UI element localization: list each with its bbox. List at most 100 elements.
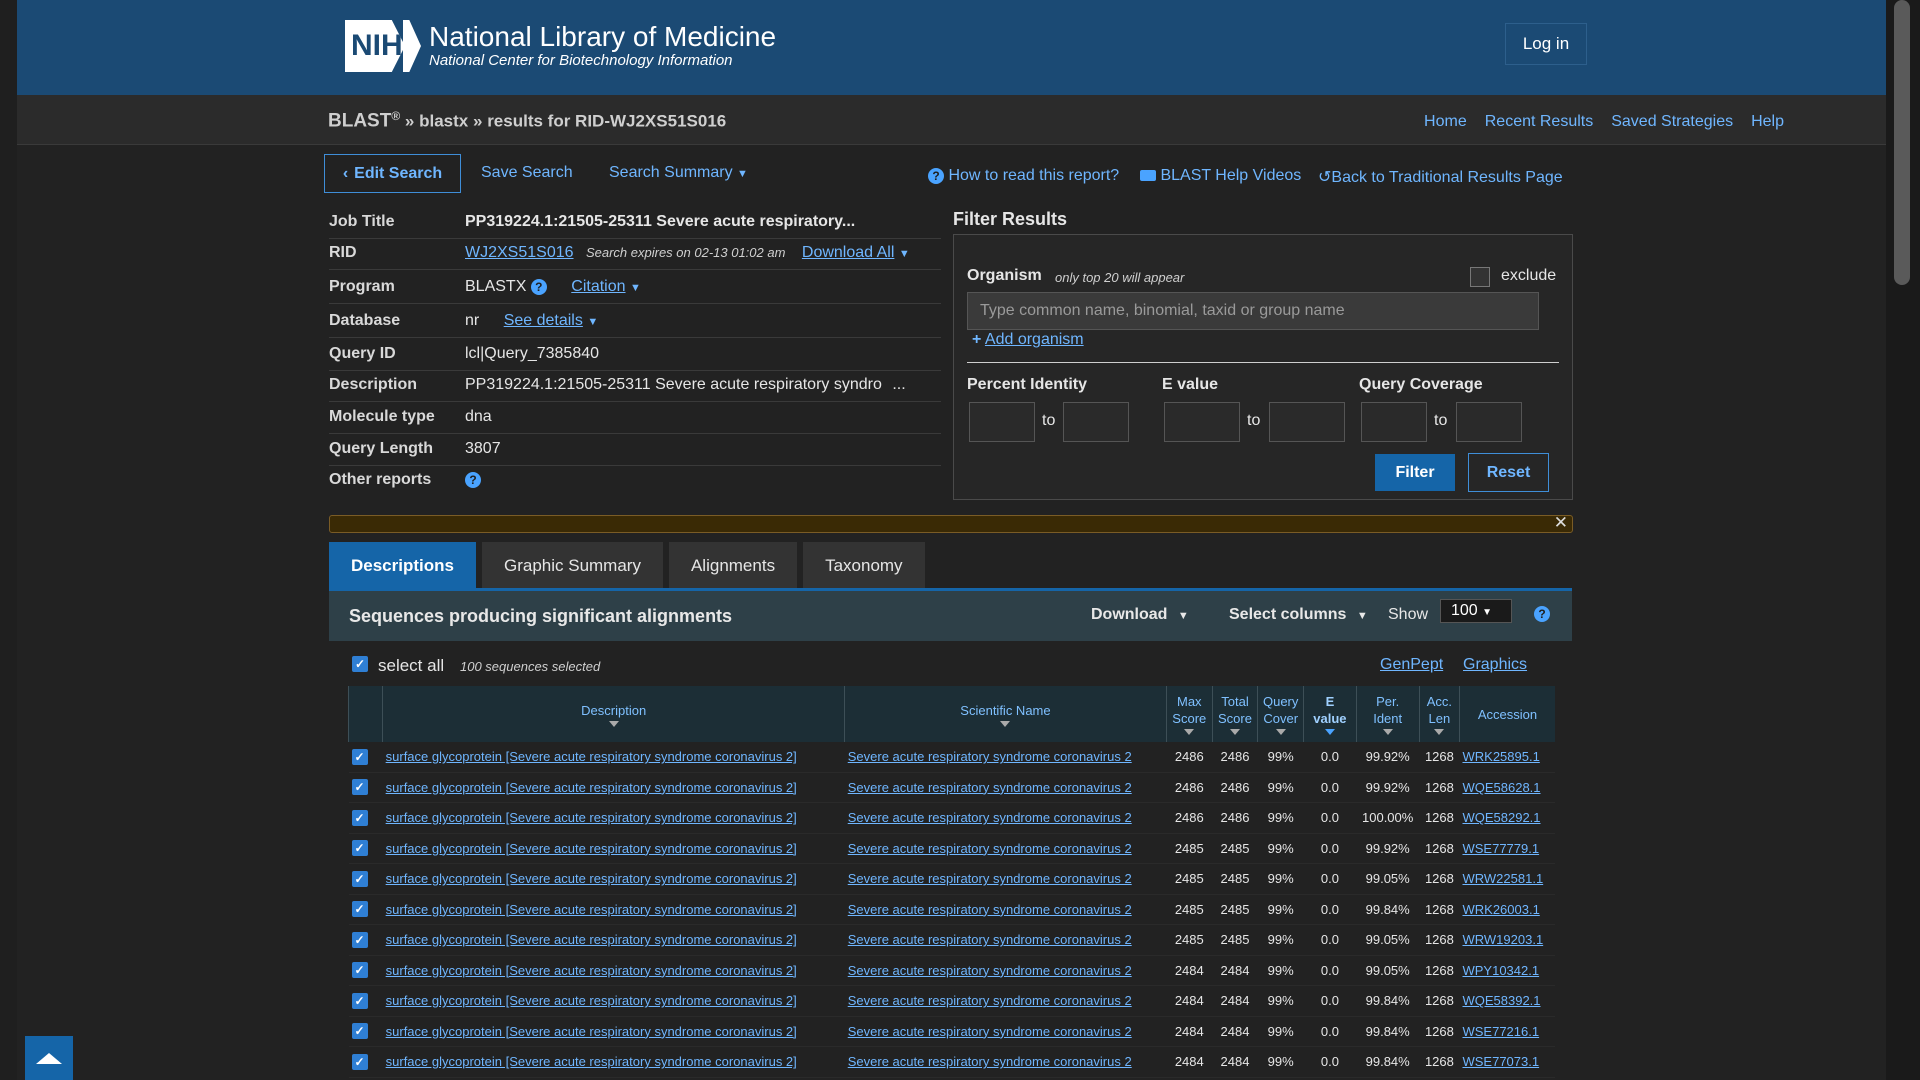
scrollbar-thumb[interactable] (1894, 0, 1910, 285)
row-checkbox[interactable]: ✓ (351, 931, 368, 948)
accession-link[interactable]: WRK26003.1 (1462, 902, 1539, 917)
citation-link[interactable]: Citation (571, 278, 625, 295)
back-traditional-link[interactable]: ↺Back to Traditional Results Page (1318, 167, 1563, 187)
row-checkbox[interactable]: ✓ (351, 870, 368, 887)
sort-icon[interactable] (1275, 729, 1286, 735)
row-checkbox[interactable]: ✓ (351, 748, 368, 765)
reset-button[interactable]: Reset (1468, 453, 1549, 492)
e-value-max-input[interactable] (1269, 402, 1345, 442)
sort-icon[interactable] (608, 720, 619, 727)
percent-identity-max-input[interactable] (1063, 402, 1129, 442)
graphics-link[interactable]: Graphics (1463, 656, 1527, 674)
see-details-link[interactable]: See details (504, 312, 583, 329)
row-checkbox[interactable]: ✓ (351, 1023, 368, 1040)
row-checkbox[interactable]: ✓ (351, 840, 368, 857)
exclude-checkbox[interactable] (1470, 267, 1490, 287)
accession-link[interactable]: WSE77779.1 (1462, 841, 1539, 856)
description-link[interactable]: surface glycoprotein [Severe acute respi… (386, 871, 797, 886)
row-checkbox[interactable]: ✓ (351, 1053, 368, 1070)
scientific-name-link[interactable]: Severe acute respiratory syndrome corona… (848, 871, 1132, 886)
close-icon[interactable]: ✕ (1554, 513, 1568, 533)
filter-button[interactable]: Filter (1375, 454, 1455, 491)
accession-link[interactable]: WRW19203.1 (1462, 932, 1543, 947)
col-per-ident[interactable]: Per. Ident (1355, 686, 1420, 742)
description-link[interactable]: surface glycoprotein [Severe acute respi… (386, 810, 797, 825)
show-count-select[interactable]: 100 ▼ (1440, 599, 1512, 623)
accession-link[interactable]: WQE58392.1 (1462, 993, 1540, 1008)
description-link[interactable]: surface glycoprotein [Severe acute respi… (386, 932, 797, 947)
col-query-cover[interactable]: Query Cover (1257, 686, 1304, 742)
description-more[interactable]: ... (892, 376, 905, 393)
col-acc-len[interactable]: Acc. Len (1418, 686, 1460, 742)
description-link[interactable]: surface glycoprotein [Severe acute respi… (386, 902, 797, 917)
description-link[interactable]: surface glycoprotein [Severe acute respi… (386, 749, 797, 764)
description-link[interactable]: surface glycoprotein [Severe acute respi… (386, 993, 797, 1008)
select-all-checkbox[interactable]: ✓ (352, 656, 368, 672)
accession-link[interactable]: WSE77216.1 (1462, 1024, 1539, 1039)
help-icon[interactable]: ? (530, 278, 547, 295)
rid-link[interactable]: WJ2XS51S016 (465, 244, 574, 261)
sort-icon[interactable] (1184, 729, 1195, 735)
edit-search-button[interactable]: ‹ Edit Search (324, 154, 461, 193)
download-all-link[interactable]: Download All (802, 244, 895, 261)
row-checkbox[interactable]: ✓ (351, 809, 368, 826)
accession-link[interactable]: WRK25895.1 (1462, 749, 1539, 764)
nih-logo[interactable]: NIH National Library of Medicine Nationa… (345, 20, 776, 72)
col-scientific-name[interactable]: Scientific Name (844, 686, 1167, 742)
scroll-to-top-button[interactable] (25, 1036, 73, 1080)
query-coverage-min-input[interactable] (1361, 402, 1427, 442)
description-link[interactable]: surface glycoprotein [Severe acute respi… (386, 780, 797, 795)
query-coverage-max-input[interactable] (1456, 402, 1522, 442)
sort-icon[interactable] (1434, 729, 1445, 735)
results-help[interactable]: ? (1534, 605, 1550, 623)
search-summary-dropdown[interactable]: Search Summary ▼ (609, 164, 748, 182)
tab-graphic-summary[interactable]: Graphic Summary (481, 542, 663, 590)
description-link[interactable]: surface glycoprotein [Severe acute respi… (386, 1024, 797, 1039)
breadcrumb-blast[interactable]: BLAST (328, 111, 391, 132)
accession-link[interactable]: WQE58292.1 (1462, 810, 1540, 825)
how-to-read-link[interactable]: ? How to read this report? (928, 167, 1119, 185)
select-columns-dropdown[interactable]: Select columns ▼ (1229, 606, 1368, 624)
row-checkbox[interactable]: ✓ (351, 962, 368, 979)
scientific-name-link[interactable]: Severe acute respiratory syndrome corona… (848, 841, 1132, 856)
col-accession[interactable]: Accession (1458, 686, 1555, 742)
scientific-name-link[interactable]: Severe acute respiratory syndrome corona… (848, 1024, 1132, 1039)
tab-taxonomy[interactable]: Taxonomy (803, 542, 925, 590)
col-e-value[interactable]: Evalue (1303, 686, 1357, 742)
percent-identity-min-input[interactable] (969, 402, 1035, 442)
accession-link[interactable]: WRW22581.1 (1462, 871, 1543, 886)
sort-icon[interactable] (1382, 729, 1393, 735)
sort-icon[interactable] (1324, 729, 1335, 735)
row-checkbox[interactable]: ✓ (351, 992, 368, 1009)
scientific-name-link[interactable]: Severe acute respiratory syndrome corona… (848, 902, 1132, 917)
help-icon[interactable]: ? (465, 471, 481, 488)
scientific-name-link[interactable]: Severe acute respiratory syndrome corona… (848, 932, 1132, 947)
page-scrollbar[interactable] (1886, 0, 1920, 1080)
nav-recent-results[interactable]: Recent Results (1485, 113, 1594, 131)
scientific-name-link[interactable]: Severe acute respiratory syndrome corona… (848, 1054, 1132, 1069)
scientific-name-link[interactable]: Severe acute respiratory syndrome corona… (848, 993, 1132, 1008)
save-search-link[interactable]: Save Search (481, 164, 573, 182)
download-dropdown[interactable]: Download ▼ (1091, 606, 1189, 624)
add-organism-link[interactable]: + Add organism (972, 331, 1084, 349)
help-videos-link[interactable]: BLAST Help Videos (1140, 167, 1301, 185)
col-description[interactable]: Description (382, 686, 845, 742)
nav-saved-strategies[interactable]: Saved Strategies (1611, 113, 1733, 131)
tab-alignments[interactable]: Alignments (668, 542, 798, 590)
tab-descriptions[interactable]: Descriptions (329, 542, 476, 590)
scientific-name-link[interactable]: Severe acute respiratory syndrome corona… (848, 810, 1132, 825)
scientific-name-link[interactable]: Severe acute respiratory syndrome corona… (848, 780, 1132, 795)
nav-home[interactable]: Home (1424, 113, 1467, 131)
e-value-min-input[interactable] (1164, 402, 1240, 442)
col-total-score[interactable]: Total Score (1211, 686, 1258, 742)
scientific-name-link[interactable]: Severe acute respiratory syndrome corona… (848, 749, 1132, 764)
description-link[interactable]: surface glycoprotein [Severe acute respi… (386, 1054, 797, 1069)
scientific-name-link[interactable]: Severe acute respiratory syndrome corona… (848, 963, 1132, 978)
accession-link[interactable]: WPY10342.1 (1462, 963, 1539, 978)
accession-link[interactable]: WQE58628.1 (1462, 780, 1540, 795)
organism-input[interactable]: Type common name, binomial, taxid or gro… (967, 292, 1539, 330)
accession-link[interactable]: WSE77073.1 (1462, 1054, 1539, 1069)
sort-icon[interactable] (1229, 729, 1240, 735)
row-checkbox[interactable]: ✓ (351, 779, 368, 796)
genpept-link[interactable]: GenPept (1380, 656, 1443, 674)
